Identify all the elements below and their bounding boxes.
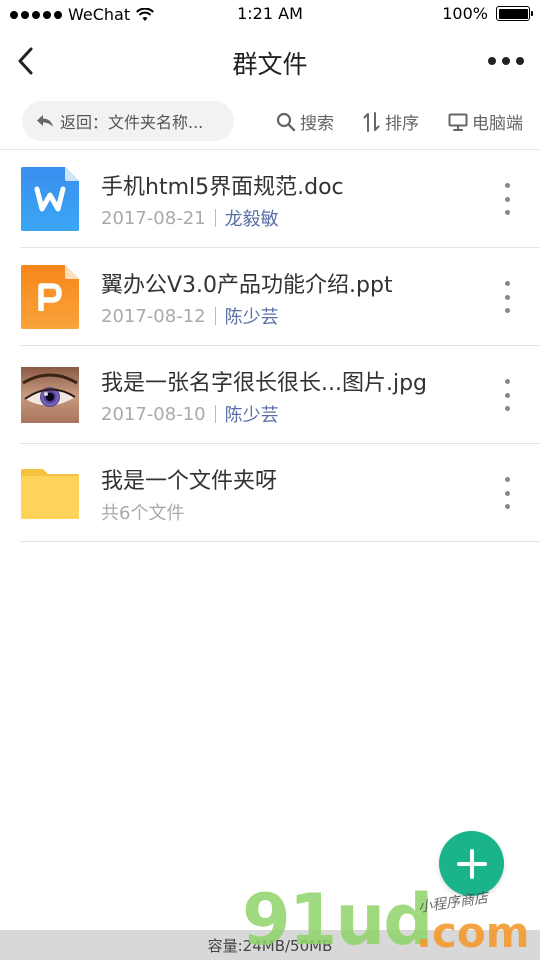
back-button[interactable] <box>10 44 40 78</box>
back-to-folder-button[interactable]: 返回：文件夹名称... <box>22 101 234 141</box>
folder-icon <box>21 469 79 519</box>
status-bar: WeChat 1:21 AM 100% <box>0 0 540 30</box>
toolbar: 返回：文件夹名称... 搜索 排序 电脑端 <box>0 92 540 150</box>
battery-level <box>498 8 528 19</box>
meta-divider <box>214 405 216 423</box>
file-meta: 2017-08-10 陈少芸 <box>101 401 279 427</box>
folder-name: 我是一个文件夹呀 <box>101 469 278 494</box>
add-file-button[interactable] <box>439 831 504 896</box>
carrier-name: WeChat <box>68 5 131 24</box>
more-dot-icon <box>502 57 510 65</box>
meta-divider <box>214 209 216 227</box>
pc-button[interactable]: 电脑端 <box>448 109 523 134</box>
file-uploader: 陈少芸 <box>224 307 279 328</box>
meta-divider <box>214 307 216 325</box>
file-row[interactable]: 我是一张名字很长很长...图片.jpg 2017-08-10 陈少芸 <box>20 346 540 444</box>
folder-more-button[interactable] <box>500 477 514 509</box>
sort-button[interactable]: 排序 <box>363 109 419 134</box>
powerpoint-icon <box>21 265 79 329</box>
status-right: 100% <box>442 4 533 23</box>
file-date: 2017-08-10 <box>101 403 206 425</box>
monitor-icon <box>448 113 468 131</box>
file-meta: 2017-08-21 龙毅敏 <box>101 205 279 231</box>
file-meta: 2017-08-12 陈少芸 <box>101 303 279 329</box>
status-left: WeChat <box>10 5 155 24</box>
folder-row[interactable]: 我是一个文件夹呀 共6个文件 <box>20 444 540 542</box>
capacity-text: 容量:24MB/50MB <box>207 937 333 955</box>
battery-icon <box>496 6 533 21</box>
file-name: 手机html5界面规范.doc <box>101 175 344 200</box>
capacity-bar: 容量:24MB/50MB <box>0 930 540 960</box>
search-icon <box>276 112 296 131</box>
word-doc-icon <box>21 167 79 231</box>
nav-bar: 群文件 <box>0 30 540 92</box>
file-date: 2017-08-12 <box>101 305 206 327</box>
file-date: 2017-08-21 <box>101 207 206 229</box>
more-dot-icon <box>488 57 496 65</box>
reply-arrow-icon <box>37 115 53 127</box>
folder-meta: 共6个文件 <box>101 499 184 525</box>
plus-icon <box>456 848 487 879</box>
more-options-button[interactable] <box>488 52 524 70</box>
file-more-button[interactable] <box>500 281 514 313</box>
file-name: 翼办公V3.0产品功能介绍.ppt <box>101 273 393 298</box>
folder-file-count: 共6个文件 <box>101 503 185 524</box>
file-uploader: 陈少芸 <box>224 405 279 426</box>
file-name: 我是一张名字很长很长...图片.jpg <box>101 371 428 396</box>
battery-percent: 100% <box>442 4 488 23</box>
file-row[interactable]: 手机html5界面规范.doc 2017-08-21 龙毅敏 <box>20 150 540 248</box>
image-thumbnail <box>21 367 79 423</box>
pc-label: 电脑端 <box>472 114 523 134</box>
search-button[interactable]: 搜索 <box>276 109 334 134</box>
file-uploader: 龙毅敏 <box>224 209 279 230</box>
file-row[interactable]: 翼办公V3.0产品功能介绍.ppt 2017-08-12 陈少芸 <box>20 248 540 346</box>
more-dot-icon <box>516 57 524 65</box>
file-more-button[interactable] <box>500 183 514 215</box>
page-title: 群文件 <box>232 50 308 79</box>
back-to-folder-label: 返回：文件夹名称... <box>60 113 204 132</box>
file-list: 手机html5界面规范.doc 2017-08-21 龙毅敏 翼办公V3.0产品… <box>0 150 540 542</box>
file-more-button[interactable] <box>500 379 514 411</box>
signal-strength-icon <box>10 10 62 19</box>
sort-icon <box>363 111 380 132</box>
chevron-left-icon <box>18 47 33 75</box>
wifi-icon <box>136 7 155 21</box>
sort-label: 排序 <box>385 114 419 134</box>
search-label: 搜索 <box>300 114 334 134</box>
